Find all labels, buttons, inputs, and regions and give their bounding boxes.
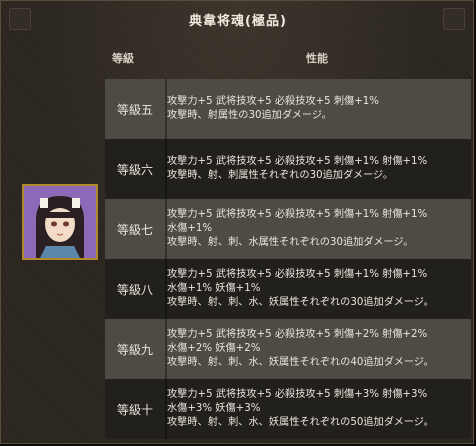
character-portrait-icon bbox=[22, 184, 98, 260]
description-line: 攻撃時、射、刺、水属性それぞれの30追加ダメージ。 bbox=[167, 237, 414, 248]
level-row: 等級八 攻撃力+5 武将技攻+5 必殺技攻+5 刺傷+1% 射傷+1% 水傷+1… bbox=[105, 259, 471, 319]
performance-description: 攻撃力+5 武将技攻+5 必殺技攻+5 刺傷+1% 攻撃時、射属性の30追加ダメ… bbox=[167, 79, 469, 139]
description-line: 攻撃時、射、刺、水、妖属性それぞれの30追加ダメージ。 bbox=[167, 297, 434, 308]
window-title: 典韋将魂(極品) bbox=[189, 13, 287, 29]
description-line: 水傷+3% 妖傷+3% bbox=[167, 403, 261, 414]
description-line: 攻撃時、射、刺、水、妖属性それぞれの50追加ダメージ。 bbox=[167, 417, 434, 428]
level-row: 等級六 攻撃力+5 武将技攻+5 必殺技攻+5 刺傷+1% 射傷+1% 攻撃時、… bbox=[105, 139, 471, 199]
corner-ornament-left-icon bbox=[9, 8, 31, 30]
description-line: 水傷+1% 妖傷+1% bbox=[167, 283, 261, 294]
portrait-illustration bbox=[24, 186, 96, 258]
description-line: 攻撃力+5 武将技攻+5 必殺技攻+5 刺傷+3% 射傷+3% bbox=[167, 389, 428, 400]
description-line: 攻撃力+5 武将技攻+5 必殺技攻+5 刺傷+1% 射傷+1% bbox=[167, 209, 428, 220]
description-line: 水傷+1% bbox=[167, 223, 213, 234]
performance-description: 攻撃力+5 武将技攻+5 必殺技攻+5 刺傷+1% 射傷+1% 攻撃時、射、刺属… bbox=[167, 139, 469, 199]
description-line: 攻撃力+5 武将技攻+5 必殺技攻+5 刺傷+1% 射傷+1% bbox=[167, 156, 428, 167]
level-row: 等級七 攻撃力+5 武将技攻+5 必殺技攻+5 刺傷+1% 射傷+1% 水傷+1… bbox=[105, 199, 471, 259]
performance-description: 攻撃力+5 武将技攻+5 必殺技攻+5 刺傷+1% 射傷+1% 水傷+1% 攻撃… bbox=[167, 199, 469, 259]
description-line: 水傷+2% 妖傷+2% bbox=[167, 343, 261, 354]
header-level: 等級 bbox=[112, 52, 134, 65]
level-label: 等級九 bbox=[116, 342, 153, 357]
item-info-panel: 典韋将魂(極品) 等級 性能 等級五 攻撃力+5 武将技攻+5 必殺技攻+5 刺… bbox=[0, 0, 474, 444]
level-row: 等級五 攻撃力+5 武将技攻+5 必殺技攻+5 刺傷+1% 攻撃時、射属性の30… bbox=[105, 79, 471, 139]
performance-description: 攻撃力+5 武将技攻+5 必殺技攻+5 刺傷+2% 射傷+2% 水傷+2% 妖傷… bbox=[167, 319, 469, 379]
level-label: 等級七 bbox=[116, 222, 153, 237]
header-performance: 性能 bbox=[306, 52, 328, 65]
level-row: 等級九 攻撃力+5 武将技攻+5 必殺技攻+5 刺傷+2% 射傷+2% 水傷+2… bbox=[105, 319, 471, 379]
description-line: 攻撃力+5 武将技攻+5 必殺技攻+5 刺傷+1% bbox=[167, 96, 379, 107]
performance-description: 攻撃力+5 武将技攻+5 必殺技攻+5 刺傷+3% 射傷+3% 水傷+3% 妖傷… bbox=[167, 379, 469, 439]
level-label: 等級六 bbox=[116, 162, 153, 177]
level-label: 等級五 bbox=[116, 102, 153, 117]
description-line: 攻撃時、射、刺、水、妖属性それぞれの40追加ダメージ。 bbox=[167, 357, 434, 368]
corner-ornament-right-icon bbox=[443, 8, 465, 30]
level-row: 等級十 攻撃力+5 武将技攻+5 必殺技攻+5 刺傷+3% 射傷+3% 水傷+3… bbox=[105, 379, 471, 439]
description-line: 攻撃力+5 武将技攻+5 必殺技攻+5 刺傷+1% 射傷+1% bbox=[167, 269, 428, 280]
description-line: 攻撃時、射属性の30追加ダメージ。 bbox=[167, 110, 332, 121]
description-line: 攻撃時、射、刺属性それぞれの30追加ダメージ。 bbox=[167, 170, 394, 181]
description-line: 攻撃力+5 武将技攻+5 必殺技攻+5 刺傷+2% 射傷+2% bbox=[167, 329, 428, 340]
performance-description: 攻撃力+5 武将技攻+5 必殺技攻+5 刺傷+1% 射傷+1% 水傷+1% 妖傷… bbox=[167, 259, 469, 319]
level-label: 等級八 bbox=[116, 282, 153, 297]
level-label: 等級十 bbox=[116, 402, 153, 417]
